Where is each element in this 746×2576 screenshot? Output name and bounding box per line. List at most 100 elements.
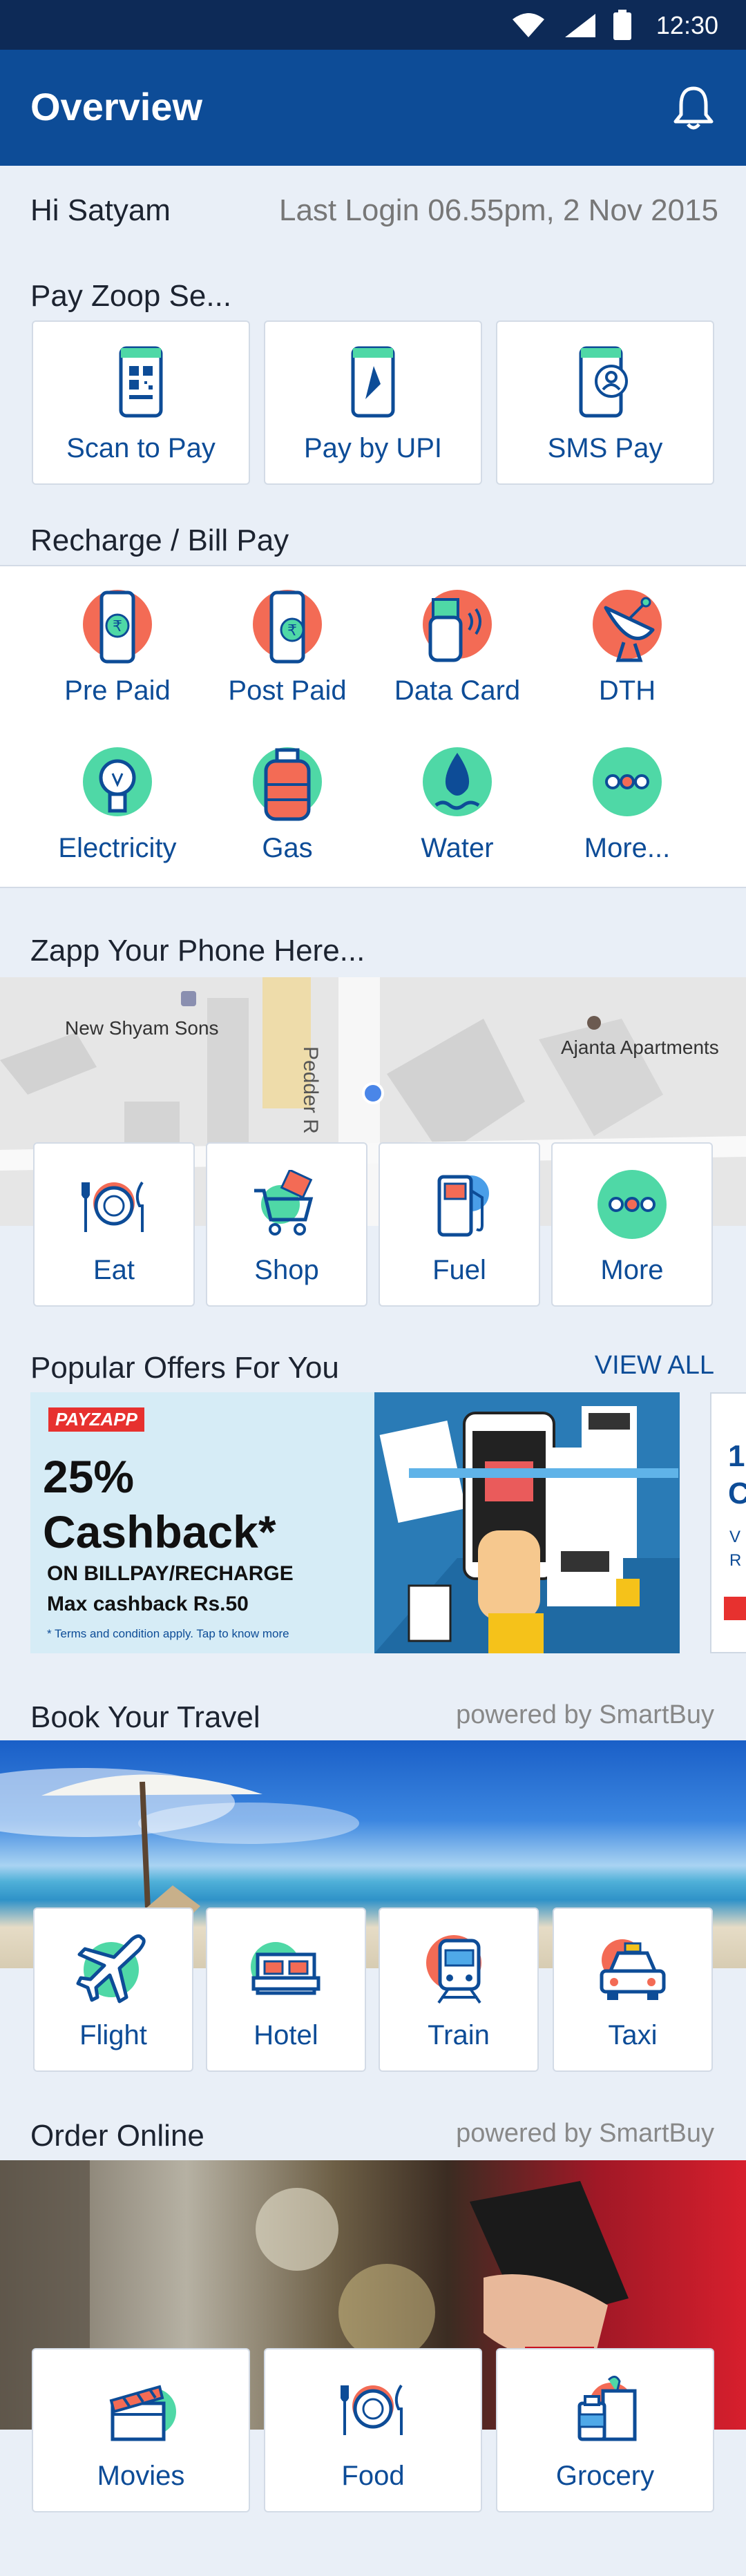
shopping-cart-icon	[254, 1170, 314, 1236]
eat-label: Eat	[93, 1255, 135, 1285]
wifi-icon	[513, 13, 544, 37]
recharge-item-post-paid[interactable]: ₹ Post Paid	[202, 588, 372, 713]
movies-button[interactable]: Movies	[32, 2348, 250, 2512]
recharge-item-dth[interactable]: DTH	[542, 588, 712, 713]
hotel-bed-icon	[251, 1942, 321, 1995]
water-drop-icon	[423, 747, 492, 816]
shop-label: Shop	[254, 1255, 319, 1285]
dth-label: DTH	[598, 675, 656, 706]
taxi-button[interactable]: Taxi	[553, 1907, 713, 2072]
scan-to-pay-button[interactable]: Scan to Pay	[32, 320, 250, 485]
offer-illustration	[374, 1392, 680, 1653]
offer-percent: 25%	[43, 1451, 135, 1502]
taxi-icon	[600, 1939, 666, 2000]
train-button[interactable]: Train	[379, 1907, 539, 2072]
offer-line2: Max cashback Rs.50	[47, 1593, 249, 1615]
last-login: Last Login 06.55pm, 2 Nov 2015	[278, 193, 718, 227]
order-powered-by: powered by SmartBuy	[456, 2119, 714, 2148]
grocery-bag-icon	[577, 2376, 637, 2441]
travel-section-title: Book Your Travel	[30, 1700, 260, 1734]
pay-by-upi-label: Pay by UPI	[303, 433, 443, 463]
pay-by-upi-button[interactable]: Pay by UPI	[264, 320, 482, 485]
sms-pay-label: SMS Pay	[547, 433, 663, 463]
hotel-label: Hotel	[254, 2020, 318, 2050]
data-card-label: Data Card	[394, 675, 521, 706]
post-paid-label: Post Paid	[228, 675, 347, 706]
more-dots-icon	[593, 747, 662, 816]
train-icon	[426, 1935, 481, 2004]
offer-text-panel: PAYZAPP 25% Cashback* ON BILLPAY/RECHARG…	[30, 1392, 374, 1653]
taxi-label: Taxi	[608, 2020, 658, 2050]
order-section-title: Order Online	[30, 2119, 204, 2153]
next-banner-char-3: V	[729, 1528, 741, 1546]
plate-cutlery-icon	[341, 2384, 403, 2435]
next-banner-char-1: 1	[728, 1439, 745, 1473]
zapp-section-title: Zapp Your Phone Here...	[30, 934, 365, 968]
pre-paid-label: Pre Paid	[64, 675, 171, 706]
map-label-apartments: Ajanta Apartments	[561, 1037, 719, 1058]
page-title: Overview	[30, 85, 203, 128]
view-all-link[interactable]: VIEW ALL	[595, 1351, 714, 1381]
map-label-shop: New Shyam Sons	[65, 1017, 219, 1039]
gas-label: Gas	[262, 833, 313, 863]
more-zapp-button[interactable]: More	[551, 1142, 713, 1307]
shop-button[interactable]: Shop	[206, 1142, 367, 1307]
map-label-road: Pedder R	[299, 1046, 322, 1134]
food-button[interactable]: Food	[264, 2348, 482, 2512]
fuel-button[interactable]: Fuel	[379, 1142, 540, 1307]
train-label: Train	[428, 2020, 490, 2050]
flight-label: Flight	[79, 2020, 147, 2050]
pay-section-title: Pay Zoop Se...	[30, 279, 232, 313]
offer-terms: * Terms and condition apply. Tap to know…	[47, 1627, 289, 1640]
next-banner-char-4: R	[729, 1551, 742, 1570]
signal-icon	[565, 14, 595, 37]
recharge-item-data-card[interactable]: Data Card	[372, 588, 542, 713]
eat-button[interactable]: Eat	[33, 1142, 195, 1307]
recharge-item-more[interactable]: More...	[542, 746, 712, 870]
hotel-button[interactable]: Hotel	[206, 1907, 366, 2072]
app-bar: Overview	[0, 50, 746, 166]
recharge-item-gas[interactable]: Gas	[202, 746, 372, 870]
recharge-section-title: Recharge / Bill Pay	[30, 523, 289, 557]
more-dots-icon	[597, 1170, 667, 1239]
svg-text:₹: ₹	[113, 618, 122, 635]
flight-button[interactable]: Flight	[33, 1907, 193, 2072]
sms-pay-button[interactable]: SMS Pay	[496, 320, 714, 485]
offer-headline: Cashback*	[43, 1506, 276, 1557]
movies-label: Movies	[97, 2461, 185, 2491]
offer-banner-next[interactable]: 1 C V R	[710, 1392, 746, 1653]
svg-text:₹: ₹	[287, 622, 297, 640]
fuel-pump-icon	[437, 1175, 489, 1237]
plate-cutlery-icon	[82, 1181, 144, 1232]
more-zapp-label: More	[600, 1255, 664, 1285]
status-time: 12:30	[656, 11, 718, 39]
next-banner-char-2: C	[728, 1477, 746, 1511]
next-banner-button	[724, 1597, 746, 1620]
scan-to-pay-label: Scan to Pay	[66, 433, 216, 463]
recharge-item-electricity[interactable]: Electricity	[32, 746, 202, 870]
data-card-icon	[423, 590, 492, 662]
recharge-item-pre-paid[interactable]: ₹ Pre Paid	[32, 588, 202, 713]
food-label: Food	[341, 2461, 405, 2491]
fuel-label: Fuel	[432, 1255, 486, 1285]
more-label: More...	[584, 833, 671, 863]
electricity-label: Electricity	[58, 833, 177, 863]
status-bar: 12:30	[0, 0, 746, 50]
offer-line1: ON BILLPAY/RECHARGE	[47, 1562, 294, 1585]
offer-banner-cashback[interactable]: PAYZAPP 25% Cashback* ON BILLPAY/RECHARG…	[30, 1392, 680, 1653]
greeting-name: Hi Satyam	[30, 193, 171, 227]
satellite-dish-icon	[593, 590, 662, 662]
grocery-label: Grocery	[555, 2461, 655, 2491]
bell-icon[interactable]	[671, 84, 716, 133]
recharge-item-water[interactable]: Water	[372, 746, 542, 870]
postpaid-phone-icon: ₹	[253, 590, 322, 664]
sms-phone-icon	[579, 346, 628, 418]
airplane-icon	[76, 1934, 146, 2003]
travel-powered-by: powered by SmartBuy	[456, 1700, 714, 1729]
grocery-button[interactable]: Grocery	[496, 2348, 714, 2512]
payzapp-logo: PAYZAPP	[48, 1407, 144, 1432]
qr-phone-icon	[119, 346, 163, 418]
prepaid-phone-icon: ₹	[83, 590, 152, 664]
water-label: Water	[421, 833, 494, 863]
battery-icon	[613, 10, 631, 40]
